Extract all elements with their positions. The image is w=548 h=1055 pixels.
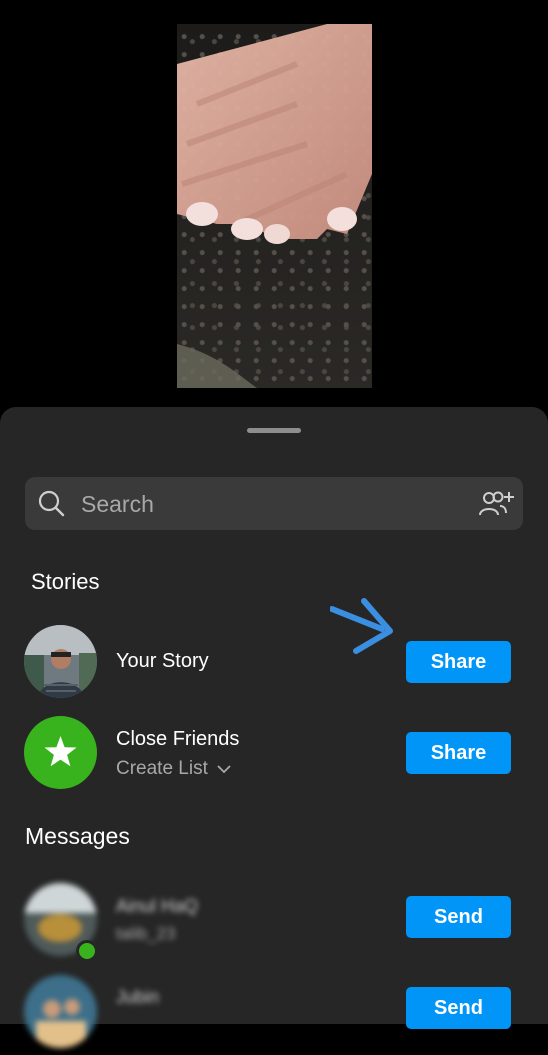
story-name: Your Story xyxy=(116,650,209,672)
star-icon xyxy=(44,736,77,767)
hand-over-soil-image xyxy=(177,24,372,388)
message-contact-username: talib_23 xyxy=(116,924,176,943)
message-contact-name: Jubin xyxy=(116,987,160,1007)
stories-section-title: Stories xyxy=(31,569,100,594)
message-contact-name: Ainul HaQ xyxy=(116,896,199,916)
create-list-link[interactable]: Create List xyxy=(116,758,231,780)
sheet-drag-handle[interactable] xyxy=(247,428,301,433)
create-list-label: Create List xyxy=(116,758,208,779)
avatar xyxy=(24,625,97,698)
online-status-dot xyxy=(76,940,98,962)
story-row-your-story: Your Story Share xyxy=(0,625,548,705)
avatar xyxy=(24,975,97,1048)
story-media-preview[interactable] xyxy=(177,24,372,388)
close-friends-name: Close Friends xyxy=(116,728,240,750)
search-bar[interactable] xyxy=(25,477,523,532)
search-icon xyxy=(38,490,65,517)
share-sheet: Stories Your Story Share Close Friends xyxy=(0,407,548,1048)
add-people-icon[interactable] xyxy=(478,489,514,519)
annotation-arrow-icon xyxy=(330,598,393,654)
messages-section-title: Messages xyxy=(25,823,130,849)
message-row: Ainul HaQ talib_23 Send xyxy=(0,883,548,963)
share-close-friends-button[interactable]: Share xyxy=(406,732,511,774)
send-button[interactable]: Send xyxy=(406,896,511,938)
send-button[interactable]: Send xyxy=(406,987,511,1029)
search-input[interactable] xyxy=(79,477,463,532)
story-row-close-friends: Close Friends Create List Share xyxy=(0,716,548,796)
share-your-story-button[interactable]: Share xyxy=(406,641,511,683)
message-row: Jubin Send xyxy=(0,975,548,1055)
chevron-down-icon xyxy=(217,765,231,774)
close-friends-avatar xyxy=(24,716,97,789)
story-preview-area xyxy=(0,0,548,410)
